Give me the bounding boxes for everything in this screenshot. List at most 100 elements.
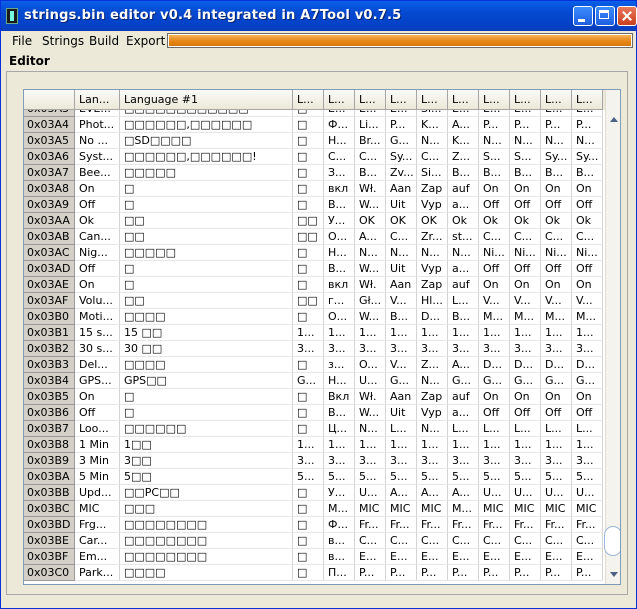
string-cell[interactable]: Zap [417,181,448,197]
string-id-cell[interactable]: 0x03BE [24,533,75,549]
string-cell[interactable]: L... [572,421,603,437]
string-cell[interactable]: Uit [386,405,417,421]
string-cell[interactable]: P... [572,117,603,133]
string-cell[interactable]: P... [448,565,479,581]
string-cell[interactable]: B... [510,165,541,181]
string-cell[interactable]: E... [572,549,603,565]
string-cell[interactable]: □ [293,117,324,133]
table-row[interactable]: 0x03A4 Phot... □□□□□□,□□□□□□ □ Ф... Li... P...… [24,117,605,133]
string-cell[interactable]: P... [355,565,386,581]
string-cell[interactable]: Off [75,405,120,421]
string-cell[interactable]: B... [572,165,603,181]
string-id-cell[interactable]: 0x03C0 [24,565,75,581]
string-cell[interactable]: D... [479,357,510,373]
string-cell[interactable]: Park... [75,565,120,581]
string-cell[interactable]: N... [417,373,448,389]
string-cell[interactable]: Syst... [75,149,120,165]
string-cell[interactable]: Off [572,197,603,213]
string-cell[interactable]: 3... [417,341,448,357]
table-row[interactable]: 0x03A3EVE...□□□□□□□□□□□□□E...E...E...Si.… [24,110,605,117]
string-cell[interactable]: P... [510,565,541,581]
string-id-cell[interactable]: 0x03B0 [24,309,75,325]
table-row[interactable]: 0x03A9 Off □ □ В... W... Uit Vyp a... Off Off Off Of… [24,197,605,213]
string-cell[interactable]: W... [355,309,386,325]
string-cell[interactable]: M... [448,501,479,517]
string-cell[interactable]: □□ [120,213,293,229]
string-cell[interactable]: □ [293,357,324,373]
string-cell[interactable]: V... [479,293,510,309]
string-cell[interactable]: В... [324,261,355,277]
string-cell[interactable]: N... [417,245,448,261]
string-id-cell[interactable]: 0x03B2 [24,341,75,357]
table-row[interactable]: 0x03BF Em... □□□□□□□□ □ в... E... E... E... E...… [24,549,605,565]
string-cell[interactable]: 3... [324,341,355,357]
minimize-button[interactable] [573,6,593,26]
string-cell[interactable]: Gł... [355,293,386,309]
table-row[interactable]: 0x03BD Frg... □□□□□□□□ □ Ф... Fr... Fr... Fr...… [24,517,605,533]
string-cell[interactable]: Ni... [572,245,603,261]
table-row[interactable]: 0x03B1 15 s... 15 □□ 1... 1... 1... 1... 1... 1.… [24,325,605,341]
string-cell[interactable]: 5... [541,469,572,485]
string-cell[interactable]: Ф... [324,517,355,533]
string-cell[interactable]: B... [355,165,386,181]
string-cell[interactable]: On [75,181,120,197]
string-cell[interactable]: On [75,277,120,293]
string-cell[interactable]: Vyp [417,405,448,421]
string-cell[interactable]: C... [355,533,386,549]
string-cell[interactable]: 3 Min [75,453,120,469]
string-cell[interactable]: Fr... [572,517,603,533]
string-cell[interactable]: U... [572,485,603,501]
string-cell[interactable]: D... [510,357,541,373]
string-cell[interactable]: L... [541,421,572,437]
string-cell[interactable]: S... [479,149,510,165]
string-cell[interactable]: Z... [417,357,448,373]
string-id-cell[interactable]: 0x03A7 [24,165,75,181]
string-cell[interactable]: L... [448,421,479,437]
string-id-cell[interactable]: 0x03B1 [24,325,75,341]
string-cell[interactable]: Can... [75,229,120,245]
table-body[interactable]: 0x03A3EVE...□□□□□□□□□□□□□E...E...E...Si.… [24,110,605,584]
string-id-cell[interactable]: 0x03B9 [24,453,75,469]
string-cell[interactable]: 1... [355,437,386,453]
string-cell[interactable]: A... [448,117,479,133]
string-cell[interactable]: auf [448,277,479,293]
string-cell[interactable]: S... [510,149,541,165]
string-cell[interactable]: A... [417,485,448,501]
column-header-language[interactable]: L... [355,90,386,110]
string-cell[interactable]: P... [541,565,572,581]
string-cell[interactable]: 1... [386,437,417,453]
string-cell[interactable]: O... [355,357,386,373]
string-cell[interactable]: Z... [448,149,479,165]
column-header-id[interactable] [24,90,75,110]
string-cell[interactable]: G... [386,373,417,389]
string-cell[interactable]: Wł. [355,181,386,197]
string-cell[interactable]: □□ [293,213,324,229]
string-cell[interactable]: Si... [417,110,448,117]
string-cell[interactable]: 1... [479,437,510,453]
string-cell[interactable]: G... [386,133,417,149]
string-cell[interactable]: E... [541,549,572,565]
string-cell[interactable]: E... [479,110,510,117]
string-cell[interactable]: G... [541,373,572,389]
string-cell[interactable]: C... [386,229,417,245]
column-header-language[interactable]: L... [572,90,603,110]
column-header-language[interactable]: L... [448,90,479,110]
string-cell[interactable]: V... [572,293,603,309]
string-cell[interactable]: E... [386,549,417,565]
string-cell[interactable]: E... [541,110,572,117]
string-cell[interactable]: □ [293,261,324,277]
table-row[interactable]: 0x03AB Can... □□ □□ О... A... C... Zr... st... C.… [24,229,605,245]
string-cell[interactable]: □ [293,133,324,149]
string-id-cell[interactable]: 0x03A9 [24,197,75,213]
table-row[interactable]: 0x03B9 3 Min 3□□ 3... 3... 3... 3... 3... 3... 3.… [24,453,605,469]
string-cell[interactable]: 1... [541,437,572,453]
string-cell[interactable]: 3... [572,453,603,469]
string-cell[interactable]: Off [75,261,120,277]
string-cell[interactable]: Off [510,405,541,421]
table-row[interactable]: 0x03A8 On □ □ вкл Wł. Aan Zap auf On On On On [24,181,605,197]
table-row[interactable]: 0x03B0 Moti... □□□□ □ О... W... B... D... B... M.… [24,309,605,325]
string-cell[interactable]: GPS... [75,373,120,389]
string-cell[interactable]: 30 s... [75,341,120,357]
string-cell[interactable]: MIC [541,501,572,517]
string-cell[interactable]: □ [293,110,324,117]
